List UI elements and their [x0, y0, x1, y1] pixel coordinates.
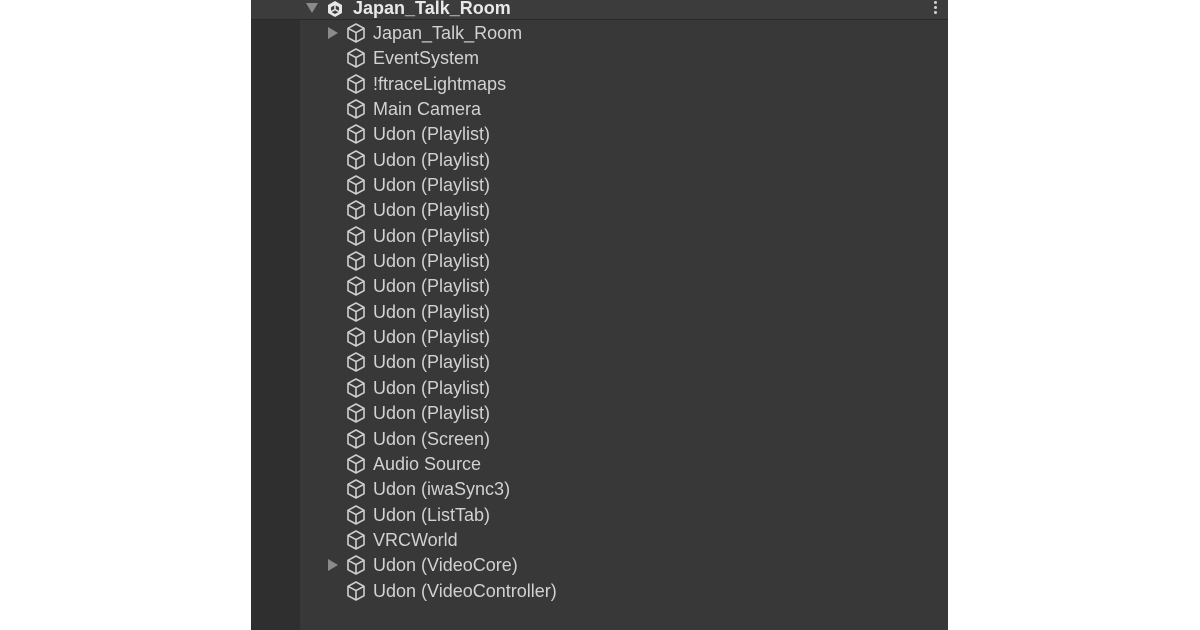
gameobject-cube-icon	[347, 378, 365, 398]
gameobject-cube-icon	[347, 403, 365, 423]
gameobject-cube-icon	[347, 555, 365, 576]
hierarchy-item-label: Udon (Playlist)	[373, 251, 491, 272]
gameobject-cube-icon	[347, 251, 365, 271]
gameobject-cube-icon	[347, 301, 365, 322]
hierarchy-item-label: Udon (Screen)	[373, 428, 491, 449]
gameobject-cube-icon	[347, 99, 365, 119]
unity-scene-icon	[328, 1, 342, 17]
expand-arrow-icon[interactable]	[328, 27, 338, 39]
hierarchy-row[interactable]: EventSystem	[251, 45, 948, 70]
gameobject-cube-icon	[347, 580, 365, 601]
hierarchy-row[interactable]: Udon (VideoController)	[251, 578, 948, 603]
hierarchy-row[interactable]: Udon (Playlist)	[251, 197, 948, 222]
hierarchy-item-label: Main Camera	[373, 99, 482, 120]
hierarchy-row[interactable]: Udon (Playlist)	[251, 147, 948, 172]
hierarchy-item-label: Udon (VideoController)	[373, 580, 557, 601]
hierarchy-item-label: Udon (ListTab)	[373, 504, 491, 525]
gameobject-cube-icon	[347, 479, 365, 499]
hierarchy-row[interactable]: Udon (Playlist)	[251, 299, 948, 324]
gameobject-cube-icon	[347, 23, 365, 43]
hierarchy-row[interactable]: Udon (Playlist)	[251, 273, 948, 298]
hierarchy-row[interactable]: Udon (Playlist)	[251, 121, 948, 146]
hierarchy-item-label: VRCWorld	[373, 529, 458, 550]
hierarchy-item-label: Audio Source	[373, 453, 482, 474]
hierarchy-item-label: Udon (Playlist)	[373, 124, 491, 145]
hierarchy-row[interactable]: Udon (Playlist)	[251, 349, 948, 374]
gameobject-cube-icon	[347, 200, 365, 221]
hierarchy-row[interactable]: Udon (ListTab)	[251, 502, 948, 527]
gameobject-cube-icon	[347, 225, 365, 246]
gameobject-cube-icon	[347, 352, 365, 373]
gameobject-cube-icon	[347, 149, 365, 170]
hierarchy-row[interactable]: Japan_Talk_Room	[251, 20, 948, 45]
more-vertical-icon[interactable]	[932, 1, 938, 17]
gameobject-cube-icon	[347, 504, 365, 525]
hierarchy-row[interactable]: Udon (Playlist)	[251, 375, 948, 400]
hierarchy-row[interactable]: Udon (Screen)	[251, 426, 948, 451]
hierarchy-item-label: Udon (Playlist)	[373, 175, 491, 196]
hierarchy-row[interactable]: VRCWorld	[251, 527, 948, 552]
hierarchy-item-label: Japan_Talk_Room	[373, 23, 523, 43]
hierarchy-row[interactable]: Udon (Playlist)	[251, 223, 948, 248]
gameobject-cube-icon	[347, 327, 365, 347]
gameobject-cube-icon	[347, 454, 365, 474]
expand-arrow-icon[interactable]	[328, 559, 338, 572]
gameobject-cube-icon	[347, 175, 365, 195]
hierarchy-item-label: Udon (Playlist)	[373, 327, 491, 348]
hierarchy-row[interactable]: Udon (Playlist)	[251, 324, 948, 349]
hierarchy-row[interactable]: !ftraceLightmaps	[251, 71, 948, 96]
hierarchy-row[interactable]: Udon (Playlist)	[251, 172, 948, 197]
hierarchy-row[interactable]: Udon (Playlist)	[251, 400, 948, 425]
hierarchy-row[interactable]: Audio Source	[251, 451, 948, 476]
hierarchy-item-label: Udon (Playlist)	[373, 352, 491, 373]
hierarchy-tree: Japan_Talk_Room EventSystem !ftraceLightma…	[251, 20, 948, 603]
hierarchy-item-label: !ftraceLightmaps	[373, 73, 507, 94]
scene-header-row[interactable]: Japan_Talk_Room	[251, 0, 948, 20]
hierarchy-item-label: Udon (VideoCore)	[373, 555, 518, 576]
hierarchy-panel: Japan_Talk_Room Japan_Talk_Room EventSyst…	[251, 0, 948, 630]
gameobject-cube-icon	[347, 73, 365, 94]
gameobject-cube-icon	[347, 530, 365, 550]
hierarchy-item-label: EventSystem	[373, 48, 480, 69]
hierarchy-row[interactable]: Udon (iwaSync3)	[251, 476, 948, 501]
hierarchy-row[interactable]: Main Camera	[251, 96, 948, 121]
gameobject-cube-icon	[347, 276, 365, 297]
hierarchy-item-label: Udon (Playlist)	[373, 225, 491, 246]
gameobject-cube-icon	[347, 124, 365, 145]
hierarchy-item-label: Udon (Playlist)	[373, 403, 491, 424]
hierarchy-row[interactable]: Udon (Playlist)	[251, 248, 948, 273]
gameobject-cube-icon	[347, 428, 365, 449]
hierarchy-item-label: Udon (Playlist)	[373, 276, 491, 297]
scene-title: Japan_Talk_Room	[353, 0, 511, 18]
hierarchy-item-label: Udon (Playlist)	[373, 301, 491, 322]
hierarchy-item-label: Udon (Playlist)	[373, 377, 491, 398]
gameobject-cube-icon	[347, 48, 365, 69]
scene-expand-arrow-icon[interactable]	[306, 3, 318, 13]
hierarchy-item-label: Udon (Playlist)	[373, 200, 491, 221]
hierarchy-item-label: Udon (Playlist)	[373, 149, 491, 170]
hierarchy-item-label: Udon (iwaSync3)	[373, 479, 511, 500]
hierarchy-row[interactable]: Udon (VideoCore)	[251, 552, 948, 577]
